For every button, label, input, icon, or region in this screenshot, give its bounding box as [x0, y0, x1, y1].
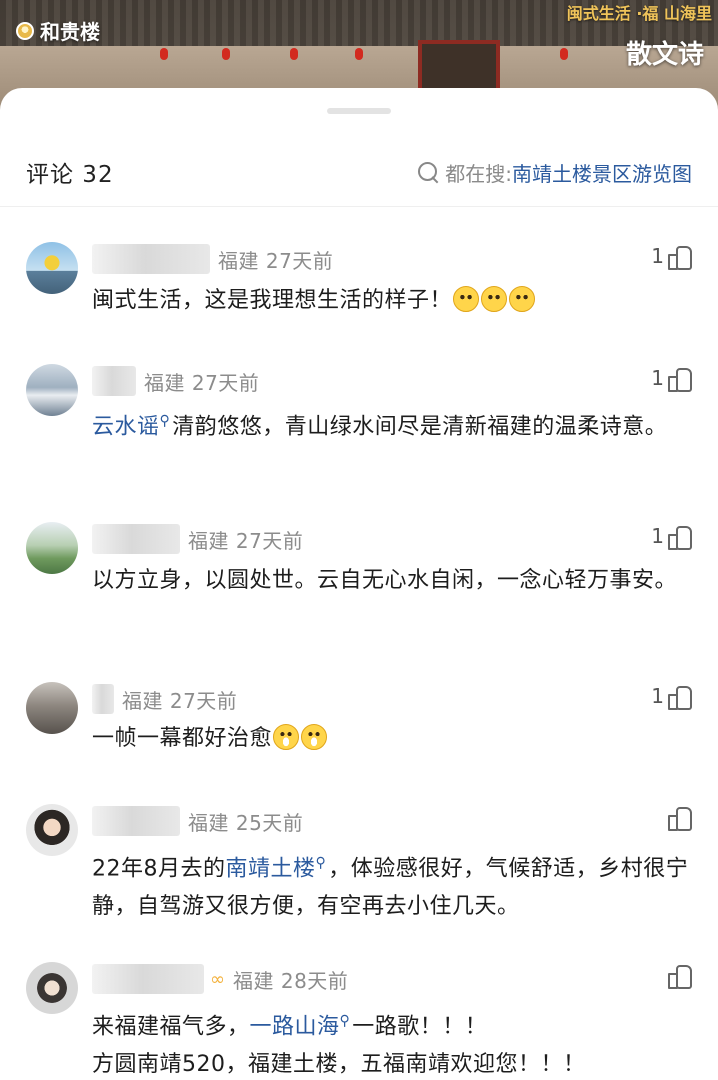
lantern-icon	[560, 48, 568, 60]
comment-meta: 福建 27天前	[188, 528, 304, 553]
comment-author-row: 福建 27天前	[92, 366, 259, 396]
header-divider	[0, 206, 718, 207]
masked-username[interactable]	[92, 244, 210, 274]
lantern-icon	[160, 48, 168, 60]
like-button[interactable]: 1	[651, 366, 692, 392]
comment-header: 评论 32 都在搜: 南靖土楼景区游览图	[0, 148, 718, 196]
comment-text: 以方立身，以圆处世。云自无心水自闲，一念心轻万事安。	[92, 568, 678, 593]
avatar[interactable]	[26, 682, 78, 734]
thumbs-up-icon	[668, 806, 692, 831]
comment-meta: 福建 25天前	[188, 810, 304, 835]
banner-slogan: 闽式生活 ·福 山海里	[566, 4, 712, 23]
like-button[interactable]: 1	[651, 244, 692, 270]
banner-poem: 散文诗	[625, 40, 704, 70]
comment-meta: 福建 27天前	[218, 248, 334, 273]
like-button[interactable]: 1	[651, 524, 692, 550]
comment-author-row: 福建 27天前	[92, 684, 237, 714]
comment-meta: 福建 28天前	[233, 968, 349, 993]
search-icon	[417, 161, 439, 183]
emoji-icon	[509, 286, 536, 312]
search-icon: ⚲	[159, 413, 171, 429]
location-pin-icon	[16, 21, 34, 40]
comment-author-row: ∞ 福建 28天前	[92, 964, 348, 994]
avatar[interactable]	[26, 364, 78, 416]
topic-tag-link[interactable]: 南靖土楼	[226, 856, 316, 881]
topic-tag-link[interactable]: 一路山海	[250, 1014, 340, 1039]
comment-text: 云水谣⚲清韵悠悠，青山绿水间尽是清新福建的温柔诗意。	[92, 413, 668, 440]
search-icon: ⚲	[339, 1013, 351, 1029]
comment-text: 闽式生活，这是我理想生活的样子！	[92, 282, 692, 320]
search-prefix: 都在搜:	[445, 161, 512, 186]
search-term-link[interactable]: 南靖土楼景区游览图	[512, 158, 692, 187]
comment-author-row: 福建 25天前	[92, 806, 303, 836]
drag-handle[interactable]	[327, 108, 391, 114]
comment-author-row: 福建 27天前	[92, 524, 303, 554]
like-count: 1	[651, 684, 664, 708]
emoji-icon	[481, 286, 508, 312]
topic-tag-link[interactable]: 云水谣	[92, 414, 160, 439]
grin-emoji-icon	[301, 724, 328, 750]
masked-username[interactable]	[92, 366, 136, 396]
like-count: 1	[651, 524, 664, 548]
comment-count: 评论 32	[26, 162, 114, 188]
masked-username[interactable]	[92, 806, 180, 836]
thumbs-up-icon	[668, 964, 692, 989]
thumbs-up-icon	[668, 245, 692, 270]
lantern-icon	[355, 48, 363, 60]
comment-text: 来福建福气多，一路山海⚲一路歌！！！ 方圆南靖520，福建土楼，五福南靖欢迎您！…	[92, 1013, 586, 1078]
like-button[interactable]	[664, 806, 692, 831]
avatar[interactable]	[26, 522, 78, 574]
like-button[interactable]: 1	[651, 684, 692, 710]
lantern-icon	[290, 48, 298, 60]
comment-meta: 福建 27天前	[122, 688, 238, 713]
like-count: 1	[651, 244, 664, 268]
thumbs-up-icon	[668, 367, 692, 392]
butterfly-badge-icon: ∞	[210, 968, 225, 990]
search-icon: ⚲	[315, 855, 327, 871]
comment-text: 一帧一幕都好治愈	[92, 720, 692, 758]
grin-emoji-icon	[273, 724, 300, 750]
masked-username[interactable]	[92, 524, 180, 554]
like-count: 1	[651, 366, 664, 390]
comment-meta: 福建 27天前	[144, 370, 260, 395]
thumbs-up-icon	[668, 525, 692, 550]
lantern-icon	[222, 48, 230, 60]
search-suggestion[interactable]: 都在搜: 南靖土楼景区游览图	[417, 158, 692, 187]
like-button[interactable]	[664, 964, 692, 989]
masked-username[interactable]	[92, 964, 204, 994]
comment-author-row: 福建 27天前	[92, 244, 333, 274]
avatar[interactable]	[26, 804, 78, 856]
avatar[interactable]	[26, 962, 78, 1014]
emoji-icon	[453, 286, 480, 312]
masked-username[interactable]	[92, 684, 114, 714]
avatar[interactable]	[26, 242, 78, 294]
location-title[interactable]: 和贵楼	[16, 16, 100, 45]
thumbs-up-icon	[668, 685, 692, 710]
comment-text: 22年8月去的南靖土楼⚲，体验感很好，气候舒适，乡村很宁静，自驾游又很方便，有空…	[92, 855, 689, 920]
comment-sheet: 评论 32 都在搜: 南靖土楼景区游览图 福建 27天前 1 闽式生活，这是我理…	[0, 88, 718, 1080]
